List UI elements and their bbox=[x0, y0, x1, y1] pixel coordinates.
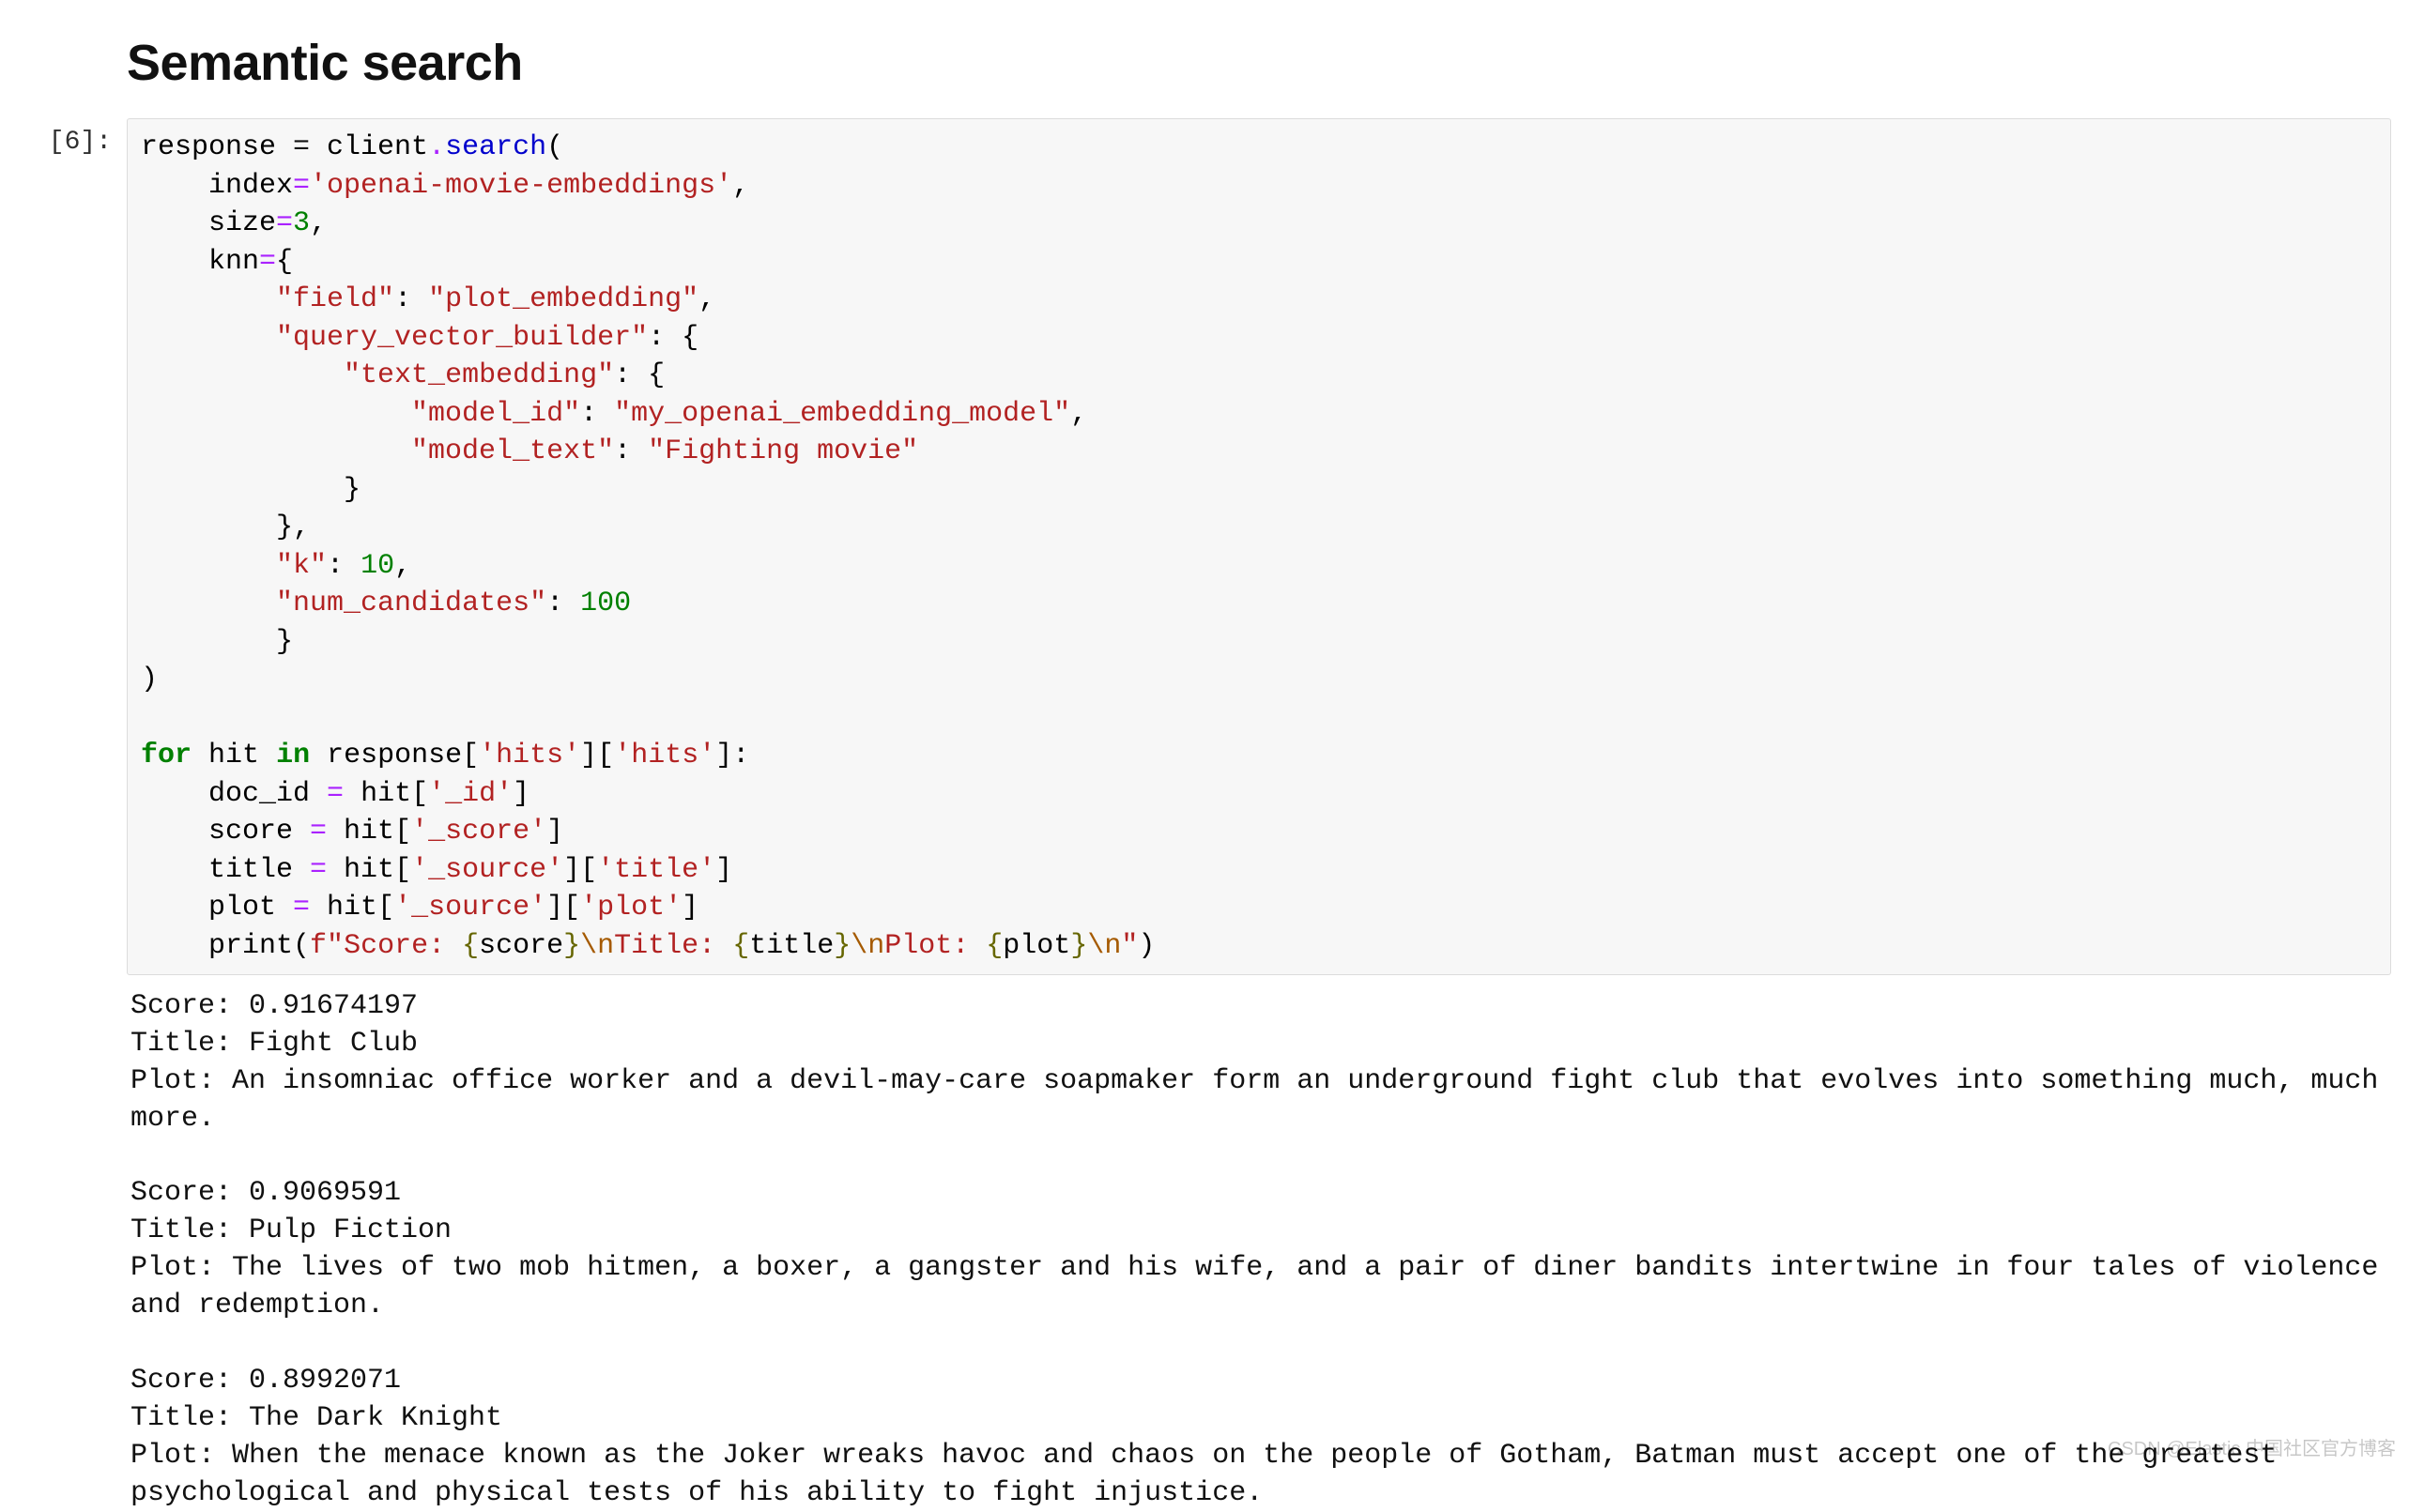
code-var: doc_id bbox=[208, 778, 310, 810]
code-var: response bbox=[141, 131, 276, 163]
code-method: search bbox=[445, 131, 546, 163]
code-text: = bbox=[293, 816, 344, 848]
code-str: "plot_embedding" bbox=[428, 283, 698, 315]
code-text: = bbox=[293, 170, 310, 202]
code-text: [ bbox=[462, 740, 479, 771]
code-text bbox=[192, 740, 208, 771]
code-finterp: plot bbox=[1003, 930, 1070, 962]
code-text: } bbox=[563, 930, 580, 962]
code-str: 'title' bbox=[597, 854, 715, 886]
code-text: ( bbox=[293, 930, 310, 962]
code-text: ) bbox=[1138, 930, 1155, 962]
code-text: : bbox=[614, 435, 648, 467]
code-var: score bbox=[208, 816, 293, 848]
code-var: hit bbox=[361, 778, 411, 810]
code-var: plot bbox=[208, 892, 276, 924]
code-fstr: f" bbox=[310, 930, 344, 962]
code-key: "num_candidates" bbox=[276, 588, 546, 619]
code-str: '_id' bbox=[428, 778, 513, 810]
cell-output: Score: 0.91674197 Title: Fight Club Plot… bbox=[127, 975, 2391, 1512]
code-text: . bbox=[428, 131, 445, 163]
code-kwarg: size bbox=[208, 207, 276, 239]
code-var: hit bbox=[327, 892, 377, 924]
code-text: : bbox=[394, 283, 428, 315]
code-var: title bbox=[208, 854, 293, 886]
code-flit: Score: bbox=[344, 930, 462, 962]
code-key: "model_id" bbox=[411, 398, 580, 430]
code-num: 100 bbox=[580, 588, 631, 619]
code-text: = bbox=[259, 246, 276, 278]
code-var: client bbox=[327, 131, 428, 163]
code-flit: Title: bbox=[614, 930, 732, 962]
code-str: 'hits' bbox=[479, 740, 580, 771]
code-str: '_source' bbox=[394, 892, 546, 924]
code-text: { bbox=[462, 930, 479, 962]
code-esc: \n bbox=[851, 930, 884, 962]
code-str: 'openai-movie-embeddings' bbox=[310, 170, 732, 202]
code-str: '_source' bbox=[411, 854, 563, 886]
code-keyword: for bbox=[141, 740, 192, 771]
code-text: : bbox=[580, 398, 614, 430]
code-text: = bbox=[293, 854, 344, 886]
code-str: '_score' bbox=[411, 816, 546, 848]
code-text: { bbox=[986, 930, 1003, 962]
code-str: 'plot' bbox=[580, 892, 682, 924]
code-text: [ bbox=[394, 816, 411, 848]
code-text: [ bbox=[394, 854, 411, 886]
code-text: } bbox=[1070, 930, 1087, 962]
watermark-text: CSDN @Elastic 中国社区官方博客 bbox=[2108, 1433, 2396, 1460]
code-num: 3 bbox=[293, 207, 310, 239]
code-text bbox=[259, 740, 276, 771]
code-text: = bbox=[276, 131, 327, 163]
code-key: "k" bbox=[276, 550, 327, 582]
code-key: "text_embedding" bbox=[344, 359, 614, 391]
code-text bbox=[310, 740, 327, 771]
code-var: hit bbox=[344, 854, 394, 886]
notebook-page: Semantic search [6]: response = client.s… bbox=[0, 0, 2424, 1470]
code-text: } bbox=[834, 930, 851, 962]
code-text: : bbox=[327, 550, 361, 582]
code-text: = bbox=[276, 892, 327, 924]
code-kwarg: index bbox=[208, 170, 293, 202]
code-str: "my_openai_embedding_model" bbox=[614, 398, 1070, 430]
code-text: = bbox=[310, 778, 361, 810]
code-text: { bbox=[732, 930, 749, 962]
code-text: = bbox=[276, 207, 293, 239]
code-input-area[interactable]: response = client.search( index='openai-… bbox=[127, 118, 2391, 975]
code-str: 'hits' bbox=[614, 740, 715, 771]
code-text: ][ bbox=[580, 740, 614, 771]
code-key: "field" bbox=[276, 283, 394, 315]
code-str: "Fighting movie" bbox=[648, 435, 918, 467]
code-text: ][ bbox=[546, 892, 580, 924]
code-finterp: title bbox=[749, 930, 834, 962]
code-esc: \n bbox=[580, 930, 614, 962]
code-flit: Plot: bbox=[884, 930, 986, 962]
code-text: [ bbox=[377, 892, 394, 924]
code-keyword: in bbox=[276, 740, 310, 771]
code-func: print bbox=[208, 930, 293, 962]
code-var: hit bbox=[344, 816, 394, 848]
code-kwarg: knn bbox=[208, 246, 259, 278]
code-finterp: score bbox=[479, 930, 563, 962]
section-heading: Semantic search bbox=[127, 34, 2391, 92]
code-key: "query_vector_builder" bbox=[276, 322, 648, 354]
code-text: : bbox=[546, 588, 580, 619]
code-var: response bbox=[327, 740, 462, 771]
code-key: "model_text" bbox=[411, 435, 614, 467]
code-var: hit bbox=[208, 740, 259, 771]
code-num: 10 bbox=[361, 550, 394, 582]
code-fstr: " bbox=[1121, 930, 1138, 962]
code-cell: [6]: response = client.search( index='op… bbox=[33, 118, 2391, 975]
code-text: [ bbox=[411, 778, 428, 810]
code-text: ][ bbox=[563, 854, 597, 886]
code-esc: \n bbox=[1087, 930, 1121, 962]
code-text: } ) bbox=[141, 626, 293, 696]
cell-prompt: [6]: bbox=[33, 118, 127, 157]
